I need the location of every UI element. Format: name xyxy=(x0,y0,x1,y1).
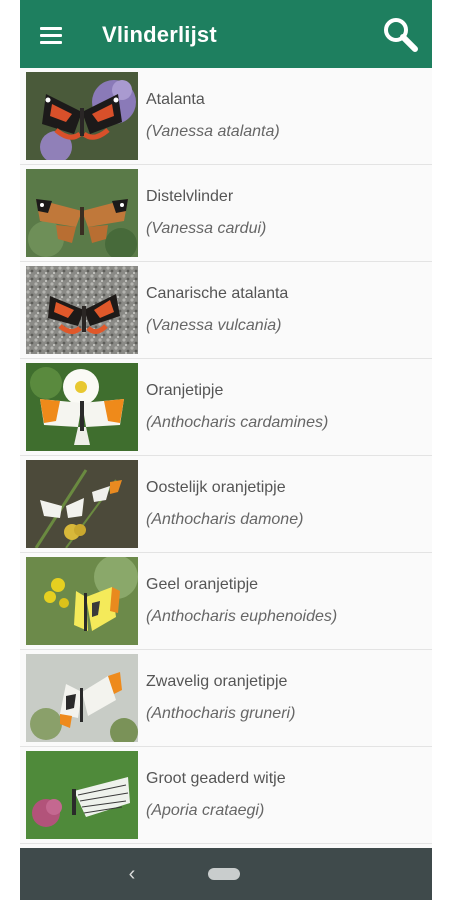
species-common-name: Groot geaderd witje xyxy=(146,770,286,787)
butterfly-photo xyxy=(26,363,138,451)
species-common-name: Zwavelig oranjetipje xyxy=(146,673,288,690)
butterfly-photo xyxy=(26,751,138,839)
butterfly-photo xyxy=(26,557,138,645)
species-scientific-name: (Anthocharis cardamines) xyxy=(146,414,329,431)
species-scientific-name: (Anthocharis euphenoides) xyxy=(146,608,338,625)
species-common-name: Canarische atalanta xyxy=(146,285,289,302)
phone-screen: Vlinderlijst Atalanta (Vanessa atalanta)… xyxy=(20,0,432,900)
list-item[interactable]: Groot geaderd witje (Aporia crataegi) xyxy=(20,747,432,844)
system-navigation-bar: ‹ xyxy=(20,848,432,900)
butterfly-photo xyxy=(26,654,138,742)
butterfly-photo xyxy=(26,72,138,160)
species-common-name: Atalanta xyxy=(146,91,205,108)
list-item[interactable]: Atalanta (Vanessa atalanta) xyxy=(20,68,432,165)
search-icon[interactable] xyxy=(380,14,420,54)
species-list[interactable]: Atalanta (Vanessa atalanta) Distelvlinde… xyxy=(20,68,432,848)
home-pill-icon[interactable] xyxy=(208,868,240,880)
list-item[interactable]: Zwavelig oranjetipje (Anthocharis gruner… xyxy=(20,650,432,747)
butterfly-photo xyxy=(26,460,138,548)
species-common-name: Geel oranjetipje xyxy=(146,576,259,593)
species-scientific-name: (Anthocharis gruneri) xyxy=(146,705,296,722)
species-common-name: Oostelijk oranjetipje xyxy=(146,479,286,496)
species-scientific-name: (Vanessa vulcania) xyxy=(146,317,282,334)
butterfly-photo xyxy=(26,169,138,257)
species-scientific-name: (Aporia crataegi) xyxy=(146,802,265,819)
species-scientific-name: (Vanessa atalanta) xyxy=(146,123,280,140)
page-title: Vlinderlijst xyxy=(102,22,217,47)
back-icon[interactable]: ‹ xyxy=(120,862,144,886)
species-scientific-name: (Vanessa cardui) xyxy=(146,220,267,237)
butterfly-photo xyxy=(26,266,138,354)
list-item[interactable]: Distelvlinder (Vanessa cardui) xyxy=(20,165,432,262)
list-item[interactable]: Canarische atalanta (Vanessa vulcania) xyxy=(20,262,432,359)
list-item[interactable]: Geel oranjetipje (Anthocharis euphenoide… xyxy=(20,553,432,650)
list-item[interactable]: Oranjetipje (Anthocharis cardamines) xyxy=(20,359,432,456)
species-scientific-name: (Anthocharis damone) xyxy=(146,511,304,528)
menu-icon[interactable] xyxy=(34,18,66,50)
list-item[interactable]: Oostelijk oranjetipje (Anthocharis damon… xyxy=(20,456,432,553)
species-common-name: Distelvlinder xyxy=(146,188,234,205)
species-common-name: Oranjetipje xyxy=(146,382,224,399)
app-bar: Vlinderlijst xyxy=(20,0,432,68)
